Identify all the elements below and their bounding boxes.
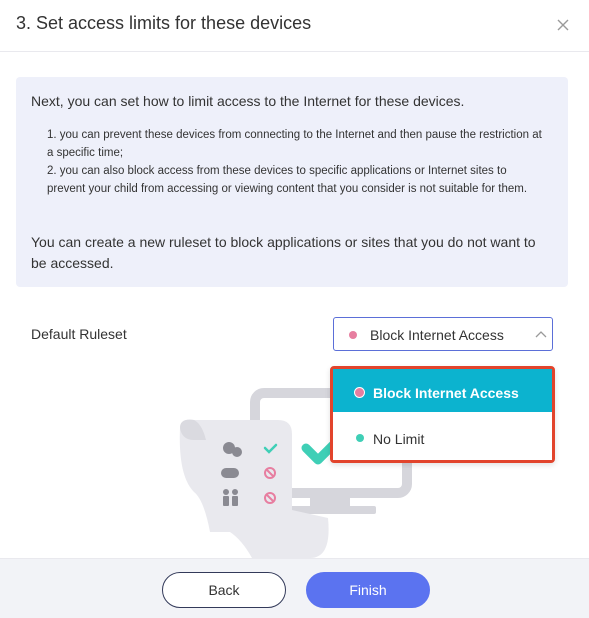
chevron-up-icon (535, 331, 547, 338)
finish-button[interactable]: Finish (306, 572, 430, 608)
option-dot-icon (354, 387, 365, 398)
ruleset-label: Default Ruleset (31, 326, 127, 342)
option-block-internet-access[interactable]: Block Internet Access (333, 369, 552, 412)
info-list: 1. you can prevent these devices from co… (47, 126, 547, 198)
info-item: 2. you can also block access from these … (47, 165, 528, 195)
dialog-footer: Back Finish (0, 558, 589, 618)
option-no-limit[interactable]: No Limit (333, 417, 552, 460)
ruleset-select[interactable]: Block Internet Access (333, 317, 553, 351)
dialog-title: 3. Set access limits for these devices (16, 13, 312, 33)
back-button[interactable]: Back (162, 572, 286, 608)
option-label: Block Internet Access (373, 385, 519, 401)
option-label: No Limit (373, 431, 425, 447)
info-intro: Next, you can set how to limit access to… (31, 93, 465, 109)
info-item: 1. you can prevent these devices from co… (47, 129, 542, 159)
status-dot-icon (349, 331, 357, 339)
option-dot-icon (356, 434, 364, 442)
close-icon[interactable] (555, 17, 571, 33)
ruleset-selected-value: Block Internet Access (370, 327, 504, 343)
info-panel: Next, you can set how to limit access to… (16, 77, 568, 287)
dialog-header: 3. Set access limits for these devices (0, 0, 589, 52)
info-outro: You can create a new ruleset to block ap… (31, 234, 536, 271)
ruleset-dropdown-menu: Block Internet Access No Limit (330, 366, 555, 463)
